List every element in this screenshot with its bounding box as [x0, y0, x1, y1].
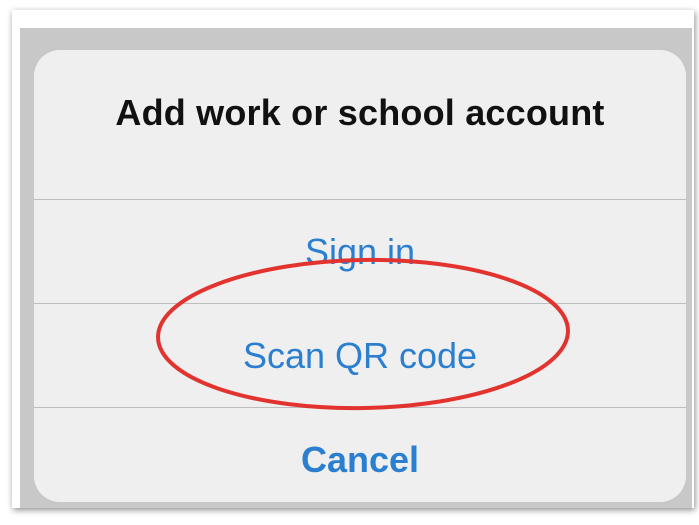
- cancel-button[interactable]: Cancel: [34, 408, 686, 502]
- screenshot-frame: Add work or school account Sign in Scan …: [12, 10, 694, 508]
- action-sheet-dialog: Add work or school account Sign in Scan …: [34, 50, 686, 502]
- dialog-title: Add work or school account: [115, 92, 605, 133]
- dimmed-backdrop: Add work or school account Sign in Scan …: [20, 28, 692, 508]
- scan-qr-code-button[interactable]: Scan QR code: [34, 304, 686, 407]
- sign-in-button[interactable]: Sign in: [34, 200, 686, 303]
